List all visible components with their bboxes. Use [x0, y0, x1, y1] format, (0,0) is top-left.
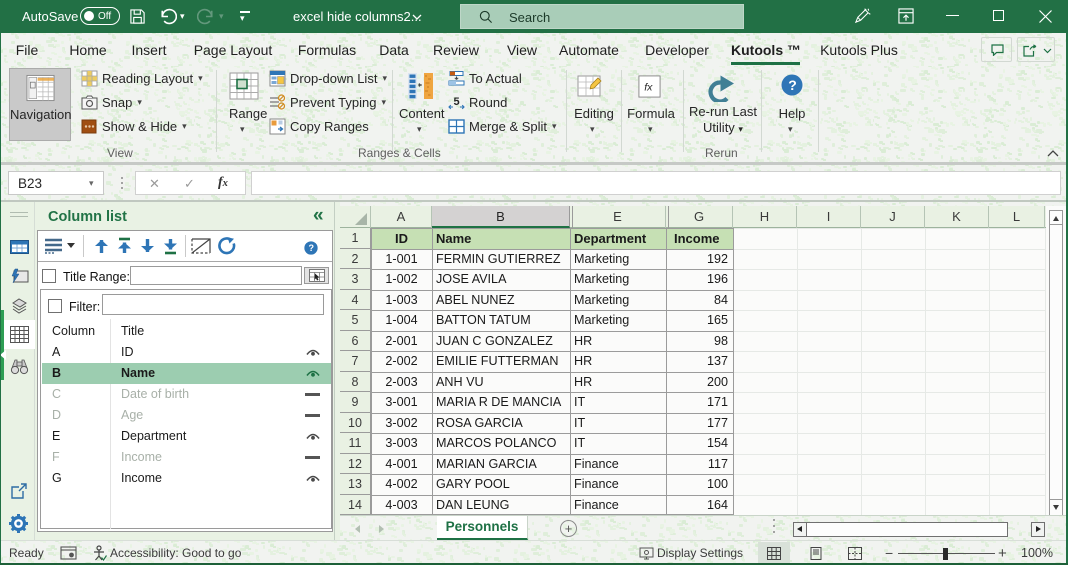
- svg-text:?: ?: [308, 243, 314, 253]
- svg-text:5: 5: [454, 96, 460, 108]
- svg-text:?: ?: [788, 77, 797, 93]
- svg-text:fx: fx: [644, 81, 653, 93]
